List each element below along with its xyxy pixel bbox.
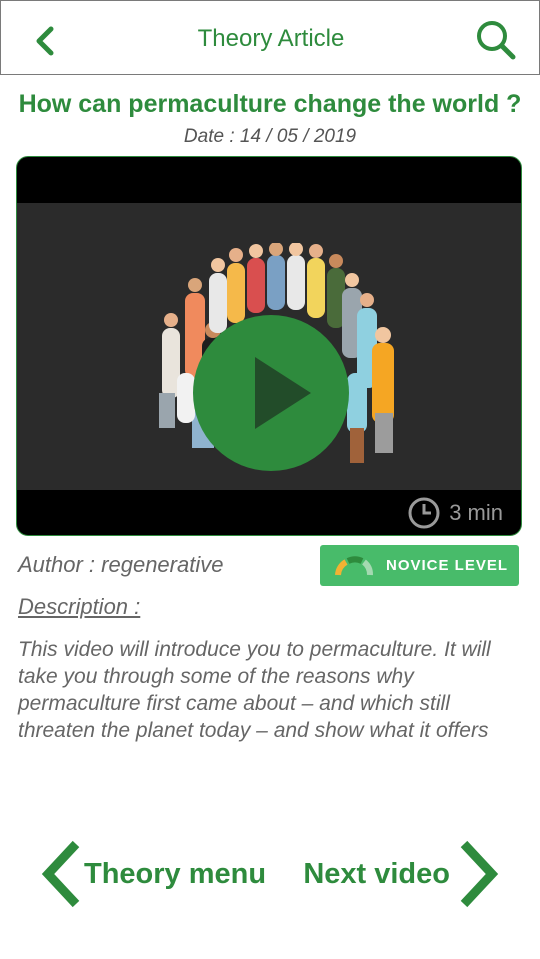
header-title: Theory Article xyxy=(197,25,345,52)
level-badge: NOVICE LEVEL xyxy=(320,545,519,586)
next-video-button[interactable]: Next video xyxy=(303,838,502,910)
gauge-icon xyxy=(335,555,373,575)
clock-icon xyxy=(408,497,440,529)
description-text: This video will introduce you to permacu… xyxy=(18,638,491,742)
theory-menu-button[interactable]: Theory menu xyxy=(38,838,266,910)
duration-label: 3 min xyxy=(449,500,503,525)
search-icon[interactable] xyxy=(473,17,519,63)
top-bar: Theory Article xyxy=(0,0,540,75)
level-label: NOVICE LEVEL xyxy=(386,557,509,574)
chevron-left-icon xyxy=(41,840,80,908)
chevron-right-icon xyxy=(460,840,499,908)
video-frame xyxy=(17,203,521,490)
article-title: How can permaculture change the world ? xyxy=(18,90,522,118)
description-label: Description : xyxy=(18,594,141,619)
author-label: Author : regenerative xyxy=(18,552,224,577)
theory-menu-label: Theory menu xyxy=(84,857,267,890)
video-duration: 3 min xyxy=(407,497,503,529)
play-glyph xyxy=(255,357,311,429)
next-video-label: Next video xyxy=(303,857,450,890)
article-date: Date : 14 / 05 / 2019 xyxy=(183,126,357,147)
video-player[interactable]: 3 min xyxy=(16,156,522,536)
